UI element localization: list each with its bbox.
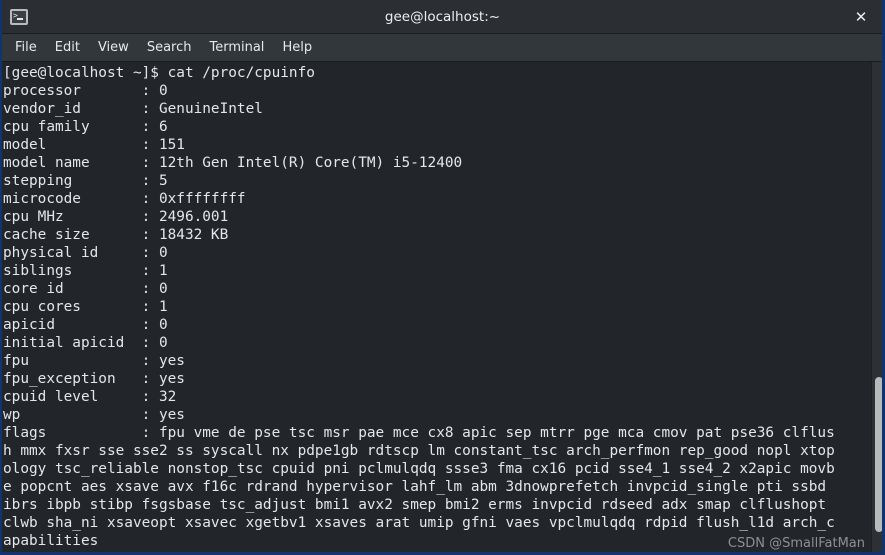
- close-icon[interactable]: ✕: [851, 7, 871, 27]
- terminal-line: flags : fpu vme de pse tsc msr pae mce c…: [3, 425, 835, 441]
- menu-bar: File Edit View Search Terminal Help: [0, 34, 885, 62]
- terminal-line: cpu family : 6: [3, 119, 168, 135]
- terminal-line: h mmx fxsr sse sse2 ss syscall nx pdpe1g…: [3, 443, 835, 459]
- desktop-edge-left: [0, 0, 2, 555]
- menu-item-terminal[interactable]: Terminal: [200, 37, 273, 58]
- terminal-line: apabilities: [3, 533, 99, 549]
- terminal-line: initial apicid : 0: [3, 335, 168, 351]
- terminal-line: cpu cores : 1: [3, 299, 168, 315]
- terminal-line: cpu MHz : 2496.001: [3, 209, 229, 225]
- terminal-line: ology tsc_reliable nonstop_tsc cpuid pni…: [3, 461, 835, 477]
- terminal-output[interactable]: [gee@localhost ~]$ cat /proc/cpuinfo proc…: [0, 62, 871, 555]
- terminal-body[interactable]: [gee@localhost ~]$ cat /proc/cpuinfo proc…: [0, 62, 885, 555]
- terminal-line: core id : 0: [3, 281, 168, 297]
- terminal-line: wp : yes: [3, 407, 185, 423]
- terminal-line: [gee@localhost ~]$ cat /proc/cpuinfo: [3, 65, 315, 81]
- terminal-line: fpu : yes: [3, 353, 185, 369]
- menu-item-search[interactable]: Search: [138, 37, 201, 58]
- terminal-line: fpu_exception : yes: [3, 371, 185, 387]
- menu-item-help[interactable]: Help: [273, 37, 321, 58]
- terminal-line: cpuid level : 32: [3, 389, 177, 405]
- window-title: gee@localhost:~: [384, 8, 501, 25]
- terminal-line: stepping : 5: [3, 173, 168, 189]
- terminal-line: microcode : 0xffffffff: [3, 191, 246, 207]
- terminal-line: model name : 12th Gen Intel(R) Core(TM) …: [3, 155, 463, 171]
- terminal-line: siblings : 1: [3, 263, 168, 279]
- terminal-window: gee@localhost:~ ✕ File Edit View Search …: [0, 0, 885, 555]
- terminal-line: clwb sha_ni xsaveopt xsavec xgetbv1 xsav…: [3, 515, 835, 531]
- terminal-line: vendor_id : GenuineIntel: [3, 101, 263, 117]
- menu-item-file[interactable]: File: [6, 37, 46, 58]
- terminal-line: physical id : 0: [3, 245, 168, 261]
- title-bar[interactable]: gee@localhost:~ ✕: [0, 0, 885, 34]
- terminal-line: e popcnt aes xsave avx f16c rdrand hyper…: [3, 479, 827, 495]
- menu-item-view[interactable]: View: [89, 37, 138, 58]
- terminal-line: apicid : 0: [3, 317, 168, 333]
- terminal-line: ibrs ibpb stibp fsgsbase tsc_adjust bmi1…: [3, 497, 827, 513]
- terminal-icon: [10, 8, 28, 25]
- terminal-line: model : 151: [3, 137, 185, 153]
- menu-item-edit[interactable]: Edit: [46, 37, 89, 58]
- terminal-line: processor : 0: [3, 83, 168, 99]
- terminal-line: cache size : 18432 KB: [3, 227, 229, 243]
